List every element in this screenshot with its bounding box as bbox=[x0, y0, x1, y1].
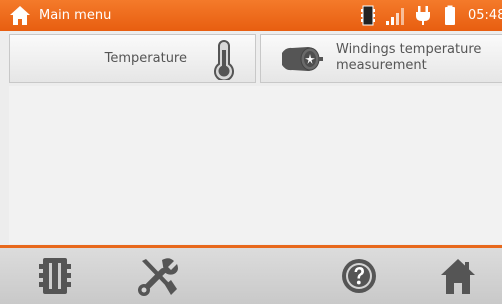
home-button[interactable] bbox=[440, 257, 476, 295]
memory-button[interactable] bbox=[37, 257, 73, 295]
menu-item-windings-temperature[interactable]: Windings temperature measurement bbox=[260, 34, 502, 83]
home-icon bbox=[441, 259, 475, 294]
help-icon bbox=[342, 259, 376, 293]
plug-icon bbox=[416, 6, 430, 25]
page-title: Main menu bbox=[39, 8, 112, 23]
clock: 05:48 bbox=[468, 8, 502, 23]
battery-icon bbox=[445, 5, 455, 25]
memory-card-icon bbox=[361, 5, 375, 26]
memory-icon bbox=[39, 258, 71, 294]
signal-icon bbox=[386, 8, 404, 25]
title-bar: Main menu 05:48 bbox=[0, 0, 502, 31]
settings-tools-icon bbox=[138, 258, 178, 296]
motor-icon bbox=[282, 47, 323, 71]
bottom-toolbar bbox=[0, 245, 502, 304]
home-icon[interactable] bbox=[9, 5, 31, 26]
menu-item-label: Temperature bbox=[104, 51, 187, 66]
settings-button[interactable] bbox=[136, 257, 178, 296]
menu-item-temperature[interactable]: Temperature bbox=[9, 34, 256, 83]
help-button[interactable] bbox=[340, 257, 378, 295]
content-area bbox=[9, 86, 502, 244]
thermometer-icon bbox=[214, 40, 234, 80]
menu-item-label: Windings temperature measurement bbox=[336, 42, 482, 73]
